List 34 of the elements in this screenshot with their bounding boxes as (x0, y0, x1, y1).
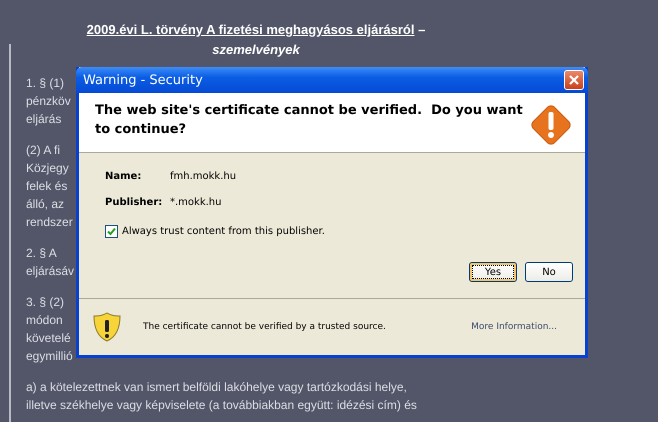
paragraph-line: 3. § (2) (26, 294, 64, 311)
paragraph-line: egymillió (26, 348, 73, 365)
close-button[interactable] (564, 70, 584, 90)
field-value: *.mokk.hu (170, 197, 222, 208)
dialog-button[interactable]: Yes (469, 262, 517, 282)
paragraph-line: a) a kötelezettnek van ismert belföldi lakóhelye vagy tartózkodási helye, (26, 379, 407, 396)
document-subtitle: szemelvények (212, 41, 300, 59)
field-label: Name: (105, 171, 142, 182)
dialog-heading: The web site's certificate cannot be verified. Do you want to continue? (95, 102, 524, 139)
paragraph-line: 1. § (1) (26, 75, 64, 92)
paragraph-line: illetve székhelye vagy képviselete (a továbbiakban együtt: idézési cím) és (26, 397, 417, 414)
field-label: Publisher: (105, 197, 164, 208)
paragraph-line: Közjegy (26, 160, 69, 177)
paragraph-line: eljárásáv (26, 263, 74, 280)
paragraph-line: pénzköv (26, 93, 71, 110)
paragraph-line: eljárás (26, 111, 62, 128)
dialog-title: Warning - Security (83, 72, 203, 88)
close-icon (568, 74, 580, 86)
paragraph-line: (2) A fi (26, 142, 60, 159)
shield-warning-icon (91, 311, 123, 343)
paragraph-line: 2. § A (26, 245, 57, 262)
checkbox-label: Always trust content from this publisher. (122, 226, 325, 237)
paragraph-line: rendszer (26, 214, 73, 231)
paragraph-line: módon (26, 312, 63, 329)
dialog-button[interactable]: No (525, 262, 573, 282)
more-information-link[interactable]: More Information... (471, 322, 557, 332)
paragraph-line: álló, az (26, 196, 64, 213)
paragraph-line: felek és (26, 178, 68, 195)
paragraph-line: követelé (26, 330, 71, 347)
trust-checkbox[interactable] (105, 225, 118, 238)
document-title: 2009.évi L. törvény A fizetési meghagyásos eljárásról (86, 22, 414, 37)
footer-message: The certificate cannot be verified by a trusted source. (143, 322, 387, 332)
title-dash: – (418, 22, 426, 37)
field-value: fmh.mokk.hu (170, 171, 236, 182)
